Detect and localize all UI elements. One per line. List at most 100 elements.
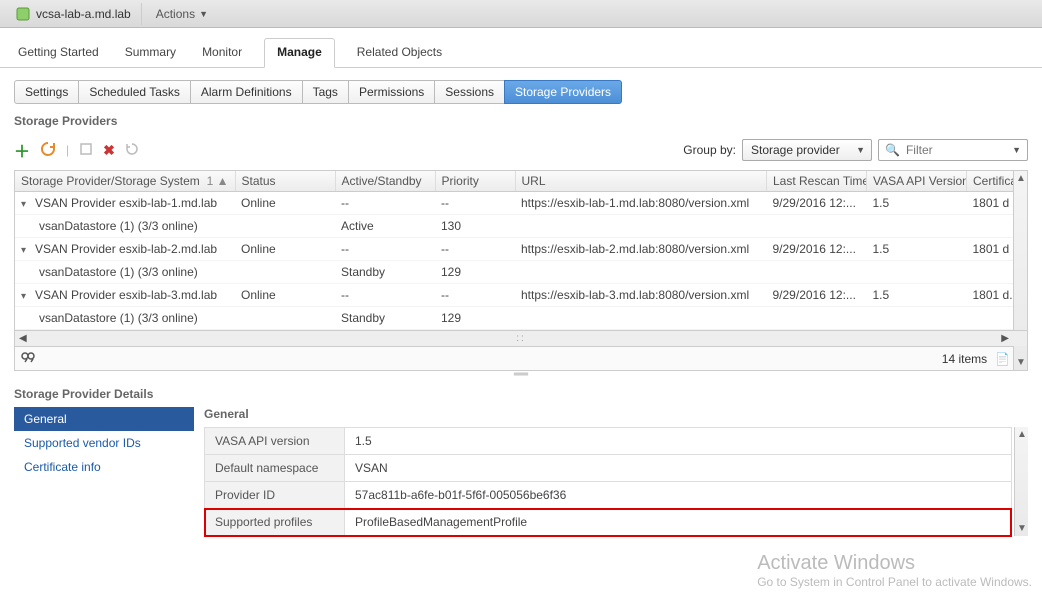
cell-active: Standby: [335, 307, 435, 330]
cell-active: Standby: [335, 261, 435, 284]
filter-box[interactable]: 🔍: [878, 139, 1028, 161]
cell-url: https://esxib-lab-1.md.lab:8080/version.…: [515, 192, 767, 215]
horizontal-scrollbar[interactable]: ◀ :: ▶: [15, 330, 1027, 346]
details-nav-general[interactable]: General: [14, 407, 194, 431]
item-count: 14 items: [942, 352, 987, 366]
cell-active: Active: [335, 215, 435, 238]
scroll-left-icon[interactable]: ◀: [17, 333, 29, 344]
subtab-settings[interactable]: Settings: [14, 80, 79, 104]
delete-icon[interactable]: ✖: [103, 142, 115, 159]
tree-collapse-icon[interactable]: ▾: [21, 291, 31, 302]
table-row[interactable]: vsanDatastore (1) (3/3 online)Active130: [15, 215, 1027, 238]
group-by-value: Storage provider: [751, 143, 840, 157]
sync-icon[interactable]: [40, 141, 56, 160]
cell-rescan: 9/29/2016 12:...: [767, 238, 867, 261]
col-status[interactable]: Status: [235, 171, 335, 192]
resize-grip-icon[interactable]: ::: [516, 333, 526, 344]
actions-menu[interactable]: Actions ▼: [146, 3, 218, 25]
subtab-storage-providers[interactable]: Storage Providers: [504, 80, 622, 104]
cell-status: [235, 307, 335, 330]
kv-row-supported-profiles: Supported profiles ProfileBasedManagemen…: [205, 509, 1011, 536]
subtab-tags[interactable]: Tags: [302, 80, 349, 104]
main-tabs: Getting Started Summary Monitor Manage R…: [0, 28, 1042, 68]
grid-toolbar: ＋ | ✖ Group by: Storage provider 🔍: [0, 134, 1042, 166]
vcenter-icon: [16, 7, 30, 21]
cell-rescan: [767, 307, 867, 330]
details-nav-vendor-ids[interactable]: Supported vendor IDs: [14, 431, 194, 455]
add-icon[interactable]: ＋: [14, 138, 30, 162]
cell-url: https://esxib-lab-2.md.lab:8080/version.…: [515, 238, 767, 261]
filter-input[interactable]: [904, 142, 1014, 158]
grid-footer: 14 items 📄 ▼: [15, 346, 1027, 370]
breadcrumb[interactable]: vcsa-lab-a.md.lab: [6, 3, 142, 25]
subtab-alarm-definitions[interactable]: Alarm Definitions: [190, 80, 303, 104]
col-last-rescan[interactable]: Last Rescan Time: [767, 171, 867, 192]
tree-collapse-icon[interactable]: ▾: [21, 245, 31, 256]
storage-providers-grid: ▲ ▼ Storage Provider/Storage System 1 ▲ …: [14, 170, 1028, 371]
table-row[interactable]: vsanDatastore (1) (3/3 online) Standby129: [15, 307, 1027, 330]
sub-tabs: Settings Scheduled Tasks Alarm Definitio…: [0, 68, 1042, 104]
title-bar: vcsa-lab-a.md.lab Actions ▼: [0, 0, 1042, 28]
details-kv-table: VASA API version 1.5 Default namespace V…: [204, 427, 1012, 536]
cell-url: [515, 307, 767, 330]
tab-summary[interactable]: Summary: [121, 39, 180, 67]
watermark-line1: Activate Windows: [757, 552, 1032, 575]
tree-collapse-icon[interactable]: ▾: [21, 199, 31, 210]
cell-priority: --: [435, 284, 515, 307]
cell-name: vsanDatastore (1) (3/3 online): [15, 307, 235, 330]
col-url[interactable]: URL: [515, 171, 767, 192]
kv-key: VASA API version: [205, 428, 345, 454]
details-scrollbar[interactable]: ▲ ▼: [1014, 427, 1028, 536]
export-icon[interactable]: 📄: [995, 352, 1010, 366]
cell-status: [235, 215, 335, 238]
table-row[interactable]: ▾VSAN Provider esxib-lab-3.md.labOnline-…: [15, 284, 1027, 307]
kv-row: Default namespace VSAN: [205, 455, 1011, 482]
cell-priority: --: [435, 238, 515, 261]
table-row[interactable]: ▾VSAN Provider esxib-lab-1.md.labOnline-…: [15, 192, 1027, 215]
cell-priority: 129: [435, 307, 515, 330]
scroll-down-icon[interactable]: ▼: [1017, 523, 1027, 534]
details-nav-certificate[interactable]: Certificate info: [14, 455, 194, 479]
cell-vasa: [867, 215, 967, 238]
scroll-up-icon[interactable]: ▲: [1016, 173, 1026, 184]
cell-name: ▾VSAN Provider esxib-lab-2.md.lab: [15, 238, 235, 261]
subtab-permissions[interactable]: Permissions: [348, 80, 435, 104]
col-active-standby[interactable]: Active/Standby: [335, 171, 435, 192]
col-vasa-version[interactable]: VASA API Version: [867, 171, 967, 192]
tab-related-objects[interactable]: Related Objects: [353, 39, 446, 67]
cell-priority: 129: [435, 261, 515, 284]
details-body-header: General: [204, 407, 1028, 427]
cell-status: Online: [235, 238, 335, 261]
cell-name: ▾VSAN Provider esxib-lab-3.md.lab: [15, 284, 235, 307]
search-icon: 🔍: [885, 143, 900, 157]
subtab-scheduled-tasks[interactable]: Scheduled Tasks: [78, 80, 191, 104]
rescan-icon[interactable]: [79, 142, 93, 159]
subtab-sessions[interactable]: Sessions: [434, 80, 505, 104]
table-row[interactable]: ▾VSAN Provider esxib-lab-2.md.labOnline -…: [15, 238, 1027, 261]
cell-priority: 130: [435, 215, 515, 238]
table-row[interactable]: vsanDatastore (1) (3/3 online)Standby129: [15, 261, 1027, 284]
col-priority[interactable]: Priority: [435, 171, 515, 192]
scroll-up-icon[interactable]: ▲: [1017, 429, 1027, 440]
kv-row: VASA API version 1.5: [205, 428, 1011, 455]
watermark-line2: Go to System in Control Panel to activat…: [757, 575, 1032, 589]
section-title: Storage Providers: [0, 104, 1042, 134]
kv-value: 57ac811b-a6fe-b01f-5f6f-005056be6f36: [345, 482, 1011, 508]
cell-active: --: [335, 192, 435, 215]
activation-watermark: Activate Windows Go to System in Control…: [757, 552, 1032, 589]
kv-value: VSAN: [345, 455, 1011, 481]
tab-getting-started[interactable]: Getting Started: [14, 39, 103, 67]
scroll-down-icon[interactable]: ▼: [1016, 357, 1026, 368]
find-icon[interactable]: [21, 351, 35, 366]
kv-value: ProfileBasedManagementProfile: [345, 509, 1011, 535]
group-by-select[interactable]: Storage provider: [742, 139, 872, 161]
chevron-down-icon: ▼: [199, 9, 208, 19]
tab-monitor[interactable]: Monitor: [198, 39, 246, 67]
col-storage-provider[interactable]: Storage Provider/Storage System 1 ▲: [15, 171, 235, 192]
refresh-icon[interactable]: [125, 142, 139, 159]
details-title: Storage Provider Details: [0, 377, 1042, 407]
tab-manage[interactable]: Manage: [264, 38, 335, 68]
kv-key: Provider ID: [205, 482, 345, 508]
sort-indicator: 1 ▲: [207, 174, 229, 188]
scroll-right-icon[interactable]: ▶: [999, 333, 1011, 344]
